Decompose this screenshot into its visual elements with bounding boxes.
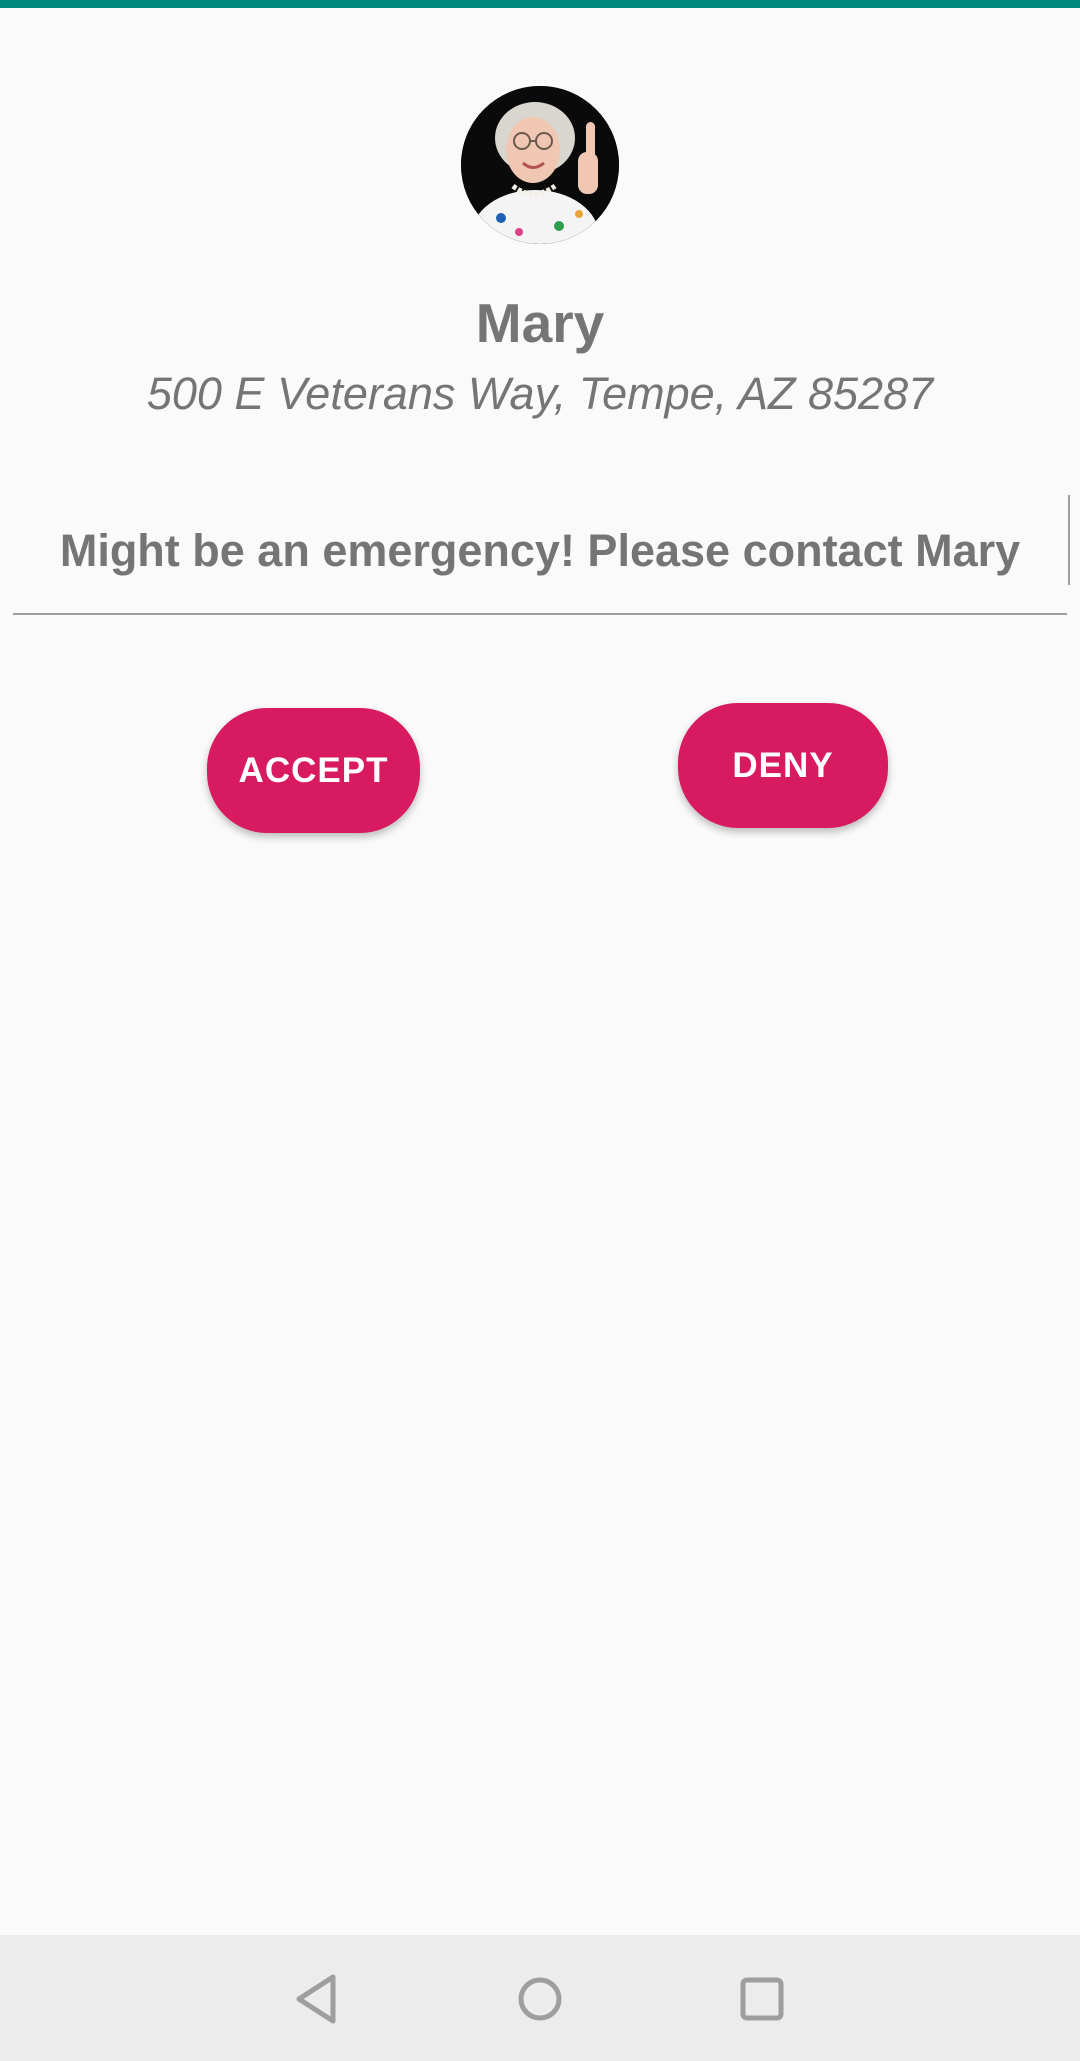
home-button[interactable] (496, 1955, 584, 2043)
person-photo-icon (461, 86, 619, 244)
message-field[interactable]: Might be an emergency! Please contact Ma… (13, 495, 1070, 615)
home-circle-icon (518, 1977, 562, 2021)
message-text: Might be an emergency! Please contact Ma… (59, 525, 1021, 576)
contact-name: Mary (475, 292, 605, 354)
recents-square-icon (740, 1977, 784, 2021)
avatar (461, 86, 619, 244)
system-navigation-bar (0, 1935, 1080, 2061)
back-button[interactable] (275, 1955, 363, 2043)
accept-button[interactable]: ACCEPT (207, 708, 420, 833)
contact-address: 500 E Veterans Way, Tempe, AZ 85287 (146, 368, 934, 419)
top-accent-bar (0, 0, 1080, 8)
text-cursor (1068, 495, 1070, 585)
deny-button[interactable]: DENY (678, 703, 888, 828)
back-triangle-icon (296, 1974, 336, 2024)
recents-button[interactable] (718, 1955, 806, 2043)
